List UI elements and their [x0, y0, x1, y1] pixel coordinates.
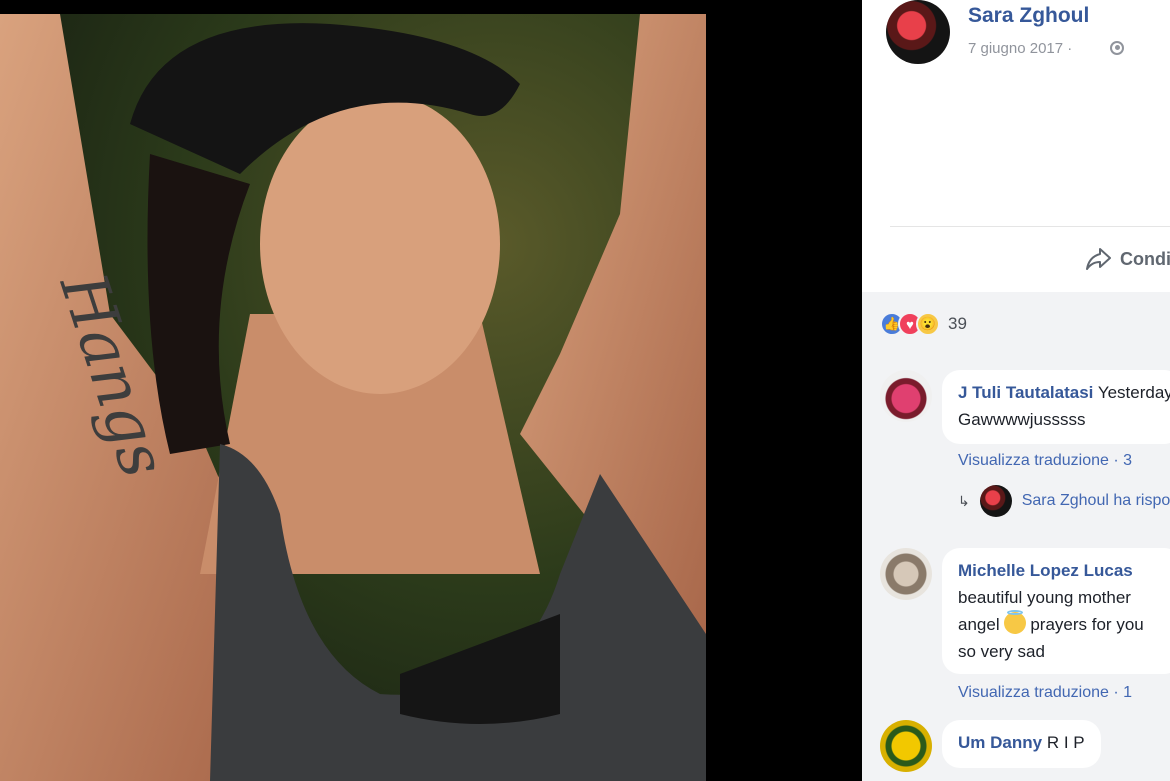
share-label: Condividi	[1120, 248, 1170, 269]
comment-bubble: J Tuli Tautalatasi Yesterday Gawwwwjusss…	[942, 370, 1170, 444]
comment-author[interactable]: J Tuli Tautalatasi	[958, 383, 1093, 402]
commenter-avatar[interactable]	[880, 370, 932, 422]
comment: J Tuli Tautalatasi Yesterday Gawwwwjusss…	[880, 370, 1170, 520]
comment-author[interactable]: Um Danny	[958, 733, 1042, 752]
comment-text-line-2-start: angel	[958, 615, 1000, 634]
commenter-avatar[interactable]	[880, 720, 932, 772]
post-header: Sara Zghoul 7 giugno 2017 ·	[862, 0, 1170, 86]
photo-illustration: Hangs	[0, 14, 706, 781]
commenter-avatar[interactable]	[880, 548, 932, 600]
comment-text-line-2: Gawwwwjusssss	[958, 410, 1086, 429]
reactions-summary[interactable]: 👍 ♥ 😮 39	[880, 312, 967, 336]
share-button[interactable]: Condividi	[1084, 247, 1170, 271]
comment-text-line-1: beautiful young mother	[958, 588, 1131, 607]
reply-avatar	[979, 485, 1012, 517]
angel-emoji-icon	[1004, 610, 1027, 634]
replies-link[interactable]: ↳ Sara Zghoul ha risposto	[958, 485, 1170, 517]
see-translation-link[interactable]: Visualizza traduzione · 3	[958, 452, 1132, 470]
comments-area: 👍 ♥ 😮 39 J Tuli Tautalatasi Yesterday Ga…	[862, 292, 1170, 781]
comment-text-line-2-end: prayers for you	[1030, 615, 1144, 634]
post-photo[interactable]: Hangs	[0, 14, 706, 781]
wow-reaction-icon: 😮	[916, 312, 940, 336]
comment-bubble: Um Danny R I P	[942, 720, 1101, 768]
see-translation-link[interactable]: Visualizza traduzione · 1	[958, 684, 1132, 702]
author-name[interactable]: Sara Zghoul	[968, 4, 1089, 28]
replies-label: Sara Zghoul ha risposto	[1021, 492, 1170, 509]
comment-bubble: Michelle Lopez Lucas beautiful young mot…	[942, 548, 1170, 674]
post-sidebar: Sara Zghoul 7 giugno 2017 · Condividi 👍 …	[862, 0, 1170, 781]
post-action-bar: Condividi	[890, 226, 1170, 293]
reaction-count: 39	[948, 314, 967, 333]
author-avatar[interactable]	[886, 0, 950, 64]
comment: Michelle Lopez Lucas beautiful young mot…	[880, 548, 1170, 701]
share-icon	[1086, 248, 1111, 270]
globe-icon	[1110, 41, 1124, 55]
post-date[interactable]: 7 giugno 2017 ·	[968, 40, 1072, 57]
comment-author[interactable]: Michelle Lopez Lucas	[958, 561, 1133, 580]
photo-viewer: Hangs	[0, 0, 862, 781]
comment-text: R I P	[1046, 733, 1085, 752]
comment-text: Yesterday	[1097, 383, 1170, 402]
comment: Um Danny R I P	[880, 720, 1170, 780]
comment-text-line-3: so very sad	[958, 642, 1045, 661]
reply-arrow-icon: ↳	[958, 492, 970, 509]
